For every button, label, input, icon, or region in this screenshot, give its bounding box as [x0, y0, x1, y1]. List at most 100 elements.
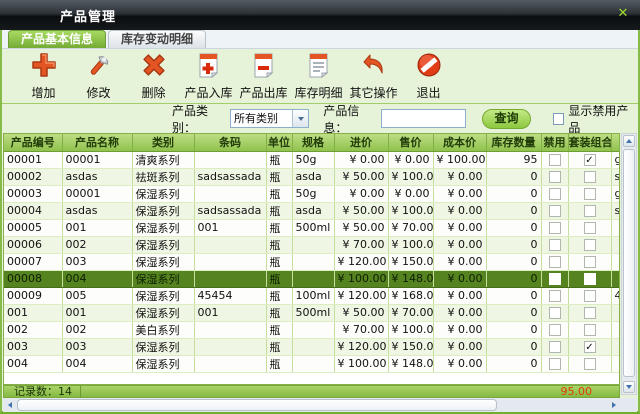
toolbar-button-delete[interactable]: 删除 — [126, 51, 181, 101]
disabled-checkbox[interactable] — [549, 188, 561, 200]
cell-bundle[interactable] — [568, 321, 611, 338]
tab-stock-movement-detail[interactable]: 库存变动明细 — [108, 30, 206, 48]
column-header[interactable]: 条码 — [194, 134, 266, 151]
cell-bundle[interactable] — [568, 168, 611, 185]
disabled-checkbox[interactable] — [549, 256, 561, 268]
disabled-checkbox[interactable] — [549, 324, 561, 336]
bundle-checkbox[interactable] — [584, 171, 596, 183]
table-row[interactable]: 0000300001保湿系列瓶50g¥ 0.00¥ 0.00¥ 0.000g — [4, 185, 620, 202]
table-row[interactable]: 002002美白系列瓶¥ 70.00¥ 100.0¥ 0.000 — [4, 321, 620, 338]
table-row[interactable]: 00007003保湿系列瓶¥ 120.00¥ 150.0¥ 0.000 — [4, 253, 620, 270]
cell-disabled[interactable] — [541, 236, 568, 253]
column-header[interactable]: 进价 — [334, 134, 388, 151]
table-row[interactable]: 00004asdas保湿系列sadsassada瓶asda¥ 50.00¥ 10… — [4, 202, 620, 219]
category-select[interactable]: 所有类别 — [230, 109, 309, 128]
cell-disabled[interactable] — [541, 168, 568, 185]
bundle-checkbox[interactable] — [584, 256, 596, 268]
bundle-checkbox[interactable] — [584, 222, 596, 234]
column-header[interactable]: 套装组合 — [568, 134, 611, 151]
table-row[interactable]: 003003保湿系列瓶¥ 120.00¥ 150.0¥ 0.000 — [4, 338, 620, 355]
cell-bundle[interactable] — [568, 287, 611, 304]
toolbar-button-stock-detail[interactable]: 库存明细 — [291, 51, 346, 101]
vertical-scroll-thumb[interactable] — [623, 149, 635, 377]
column-header[interactable]: 单位 — [266, 134, 292, 151]
table-row[interactable]: 001001保湿系列001瓶500ml¥ 50.00¥ 70.00¥ 0.000 — [4, 304, 620, 321]
column-header[interactable]: 成本价 — [433, 134, 486, 151]
cell-bundle[interactable] — [568, 202, 611, 219]
column-header[interactable]: 库存数量 — [486, 134, 541, 151]
cell-bundle[interactable] — [568, 270, 611, 287]
cell-disabled[interactable] — [541, 219, 568, 236]
disabled-checkbox[interactable] — [549, 341, 561, 353]
cell-disabled[interactable] — [541, 304, 568, 321]
cell-disabled[interactable] — [541, 287, 568, 304]
cell-bundle[interactable] — [568, 304, 611, 321]
vertical-scrollbar[interactable] — [621, 133, 637, 395]
toolbar-button-add[interactable]: 增加 — [16, 51, 71, 101]
scroll-right-icon[interactable] — [608, 399, 620, 411]
tab-product-basic-info[interactable]: 产品基本信息 — [8, 30, 106, 48]
disabled-checkbox[interactable] — [549, 358, 561, 370]
bundle-checkbox[interactable] — [584, 205, 596, 217]
cell-disabled[interactable] — [541, 253, 568, 270]
cell-disabled[interactable] — [541, 151, 568, 168]
table-row[interactable]: 00008004保湿系列瓶¥ 100.00¥ 148.0¥ 0.000 — [4, 270, 620, 287]
disabled-checkbox[interactable] — [549, 205, 561, 217]
disabled-checkbox[interactable] — [549, 307, 561, 319]
cell-disabled[interactable] — [541, 270, 568, 287]
cell-bundle[interactable] — [568, 355, 611, 372]
search-button[interactable]: 查询 — [482, 109, 530, 129]
cell-bundle[interactable] — [568, 151, 611, 168]
cell-disabled[interactable] — [541, 338, 568, 355]
disabled-checkbox[interactable] — [549, 239, 561, 251]
table-row[interactable]: 00002asdas祛斑系列sadsassada瓶asda¥ 50.00¥ 10… — [4, 168, 620, 185]
disabled-checkbox[interactable] — [549, 171, 561, 183]
bundle-checkbox[interactable] — [584, 188, 596, 200]
show-disabled-checkbox[interactable] — [553, 113, 565, 125]
toolbar-button-edit[interactable]: 修改 — [71, 51, 126, 101]
scroll-left-icon[interactable] — [4, 399, 16, 411]
toolbar-button-stock-in[interactable]: 产品入库 — [181, 51, 236, 101]
column-header[interactable] — [611, 134, 620, 151]
disabled-checkbox[interactable] — [549, 154, 561, 166]
bundle-checkbox[interactable] — [584, 273, 596, 285]
toolbar-button-other-actions[interactable]: 其它操作 — [346, 51, 401, 101]
cell-bundle[interactable] — [568, 219, 611, 236]
horizontal-scrollbar[interactable] — [3, 398, 637, 412]
disabled-checkbox[interactable] — [549, 290, 561, 302]
table-row[interactable]: 00006002保湿系列瓶¥ 70.00¥ 100.0¥ 0.000 — [4, 236, 620, 253]
column-header[interactable]: 售价 — [388, 134, 433, 151]
cell-disabled[interactable] — [541, 321, 568, 338]
bundle-checkbox[interactable] — [584, 324, 596, 336]
column-header[interactable]: 产品编号 — [4, 134, 62, 151]
bundle-checkbox[interactable] — [584, 341, 596, 353]
cell-disabled[interactable] — [541, 185, 568, 202]
disabled-checkbox[interactable] — [549, 273, 561, 285]
scroll-down-icon[interactable] — [623, 381, 635, 393]
cell-bundle[interactable] — [568, 253, 611, 270]
cell-bundle[interactable] — [568, 338, 611, 355]
scroll-up-icon[interactable] — [623, 135, 635, 147]
bundle-checkbox[interactable] — [584, 307, 596, 319]
bundle-checkbox[interactable] — [584, 358, 596, 370]
cell-bundle[interactable] — [568, 236, 611, 253]
chevron-down-icon[interactable] — [292, 110, 308, 127]
column-header[interactable]: 禁用 — [541, 134, 568, 151]
column-header[interactable]: 规格 — [292, 134, 334, 151]
column-header[interactable]: 产品名称 — [62, 134, 132, 151]
cell-disabled[interactable] — [541, 202, 568, 219]
cell-bundle[interactable] — [568, 185, 611, 202]
cell-disabled[interactable] — [541, 355, 568, 372]
column-header[interactable]: 类别 — [132, 134, 194, 151]
horizontal-scroll-thumb[interactable] — [17, 399, 497, 411]
table-row[interactable]: 00009005保湿系列45454瓶100ml¥ 120.00¥ 168.0¥ … — [4, 287, 620, 304]
disabled-checkbox[interactable] — [549, 222, 561, 234]
bundle-checkbox[interactable] — [584, 239, 596, 251]
toolbar-button-exit[interactable]: 退出 — [401, 51, 456, 101]
table-row[interactable]: 0000100001清爽系列瓶50g¥ 0.00¥ 0.00¥ 100.0095… — [4, 151, 620, 168]
toolbar-button-stock-out[interactable]: 产品出库 — [236, 51, 291, 101]
table-row[interactable]: 00005001保湿系列001瓶500ml¥ 50.00¥ 70.00¥ 0.0… — [4, 219, 620, 236]
table-row[interactable]: 004004保湿系列瓶¥ 100.00¥ 148.0¥ 0.000 — [4, 355, 620, 372]
bundle-checkbox[interactable] — [584, 290, 596, 302]
product-info-input[interactable] — [381, 109, 466, 128]
